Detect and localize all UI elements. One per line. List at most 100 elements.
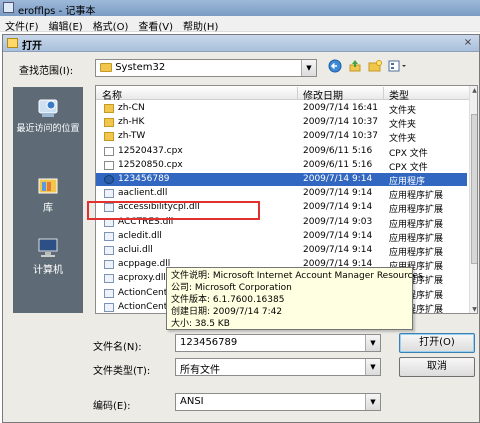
list-header: 名称 修改日期 类型	[96, 86, 469, 102]
table-row[interactable]: zh-TW 2009/7/14 10:37 文件夹	[96, 130, 467, 144]
new-folder-icon[interactable]	[367, 59, 383, 75]
dll-icon	[104, 189, 114, 199]
file-icon	[104, 146, 114, 156]
dialog-title-bar: 打开 ×	[3, 35, 479, 52]
chevron-down-icon[interactable]: ▼	[365, 359, 380, 375]
file-date: 2009/6/11 5:16	[303, 159, 373, 170]
lookin-combo[interactable]: System32 ▼	[95, 59, 317, 77]
file-date: 2009/7/14 9:03	[303, 216, 373, 227]
file-name: acledit.dll	[118, 230, 162, 241]
encoding-label: 编码(E):	[93, 401, 131, 412]
close-button[interactable]: ×	[461, 37, 475, 49]
open-button[interactable]: 打开(O)	[399, 333, 475, 353]
scroll-up-icon[interactable]: ▲	[470, 86, 477, 96]
place-libraries[interactable]: 库	[13, 175, 83, 214]
file-name: acproxy.dll	[118, 273, 166, 284]
file-name: zh-CN	[118, 103, 145, 113]
dll-icon	[104, 231, 114, 241]
tooltip-company: 公司: Microsoft Corporation	[171, 283, 292, 293]
file-icon	[104, 160, 114, 170]
file-type: 应用程序扩展	[389, 248, 444, 258]
table-row[interactable]: 123456789 2009/7/14 9:14 应用程序	[96, 173, 467, 187]
menu-format[interactable]: 格式(O)	[88, 16, 134, 33]
file-date: 2009/7/14 16:41	[303, 103, 378, 113]
chevron-down-icon[interactable]: ▼	[365, 394, 380, 410]
place-recent-label: 最近访问的位置	[16, 124, 80, 134]
table-row[interactable]: zh-CN 2009/7/14 16:41 文件夹	[96, 102, 467, 116]
lookin-value: System32	[115, 62, 166, 73]
column-name[interactable]: 名称	[102, 87, 122, 102]
scroll-down-icon[interactable]: ▼	[470, 305, 477, 313]
filename-label: 文件名(N):	[93, 342, 142, 353]
file-name: aaclient.dll	[118, 188, 168, 199]
file-info-tooltip: 文件说明: Microsoft Internet Account Manager…	[166, 267, 423, 330]
place-recent[interactable]: 最近访问的位置	[13, 97, 83, 134]
table-row[interactable]: acledit.dll 2009/7/14 9:14 应用程序扩展	[96, 230, 467, 244]
file-type: 应用程序扩展	[389, 191, 444, 202]
file-type: 文件夹	[389, 106, 417, 116]
file-date: 2009/7/14 9:14	[303, 245, 373, 255]
column-separator	[383, 87, 384, 99]
filetype-label: 文件类型(T):	[93, 366, 151, 377]
scroll-thumb[interactable]	[471, 114, 477, 264]
libraries-icon	[36, 175, 60, 197]
table-row[interactable]: aaclient.dll 2009/7/14 9:14 应用程序扩展	[96, 187, 467, 202]
dll-icon	[104, 246, 114, 255]
file-date: 2009/7/14 9:14	[303, 230, 373, 241]
notepad-menu-bar: 文件(F) 编辑(E) 格式(O) 查看(V) 帮助(H)	[0, 16, 480, 33]
table-row[interactable]: aclui.dll 2009/7/14 9:14 应用程序扩展	[96, 244, 467, 258]
menu-help[interactable]: 帮助(H)	[178, 16, 223, 33]
notepad-icon	[3, 2, 14, 13]
place-computer-label: 计算机	[33, 265, 63, 276]
app-icon	[104, 175, 114, 184]
table-row[interactable]: 12520437.cpx 2009/6/11 5:16 CPX 文件	[96, 145, 467, 159]
cancel-button[interactable]: 取消	[399, 357, 475, 377]
filetype-select[interactable]: 所有文件 ▼	[175, 358, 381, 376]
file-name: zh-TW	[118, 131, 146, 142]
file-type: 文件夹	[389, 120, 417, 131]
place-computer[interactable]: 计算机	[13, 237, 83, 276]
file-type: 应用程序扩展	[389, 205, 444, 216]
back-icon[interactable]	[327, 59, 343, 75]
tooltip-description: 文件说明: Microsoft Internet Account Manager…	[171, 271, 423, 281]
file-date: 2009/7/14 10:37	[303, 117, 378, 128]
recent-places-icon	[36, 97, 60, 119]
menu-edit[interactable]: 编辑(E)	[44, 16, 88, 33]
menu-file[interactable]: 文件(F)	[0, 16, 44, 33]
place-libraries-label: 库	[43, 203, 53, 214]
folder-icon	[104, 118, 114, 128]
column-date[interactable]: 修改日期	[303, 87, 343, 102]
vertical-scrollbar[interactable]: ▲ ▼	[469, 86, 477, 313]
chevron-down-icon[interactable]: ▼	[301, 60, 316, 76]
computer-icon	[36, 237, 60, 259]
table-row[interactable]: 12520850.cpx 2009/6/11 5:16 CPX 文件	[96, 159, 467, 173]
encoding-select[interactable]: ANSI ▼	[175, 393, 381, 411]
filename-value: 123456789	[180, 337, 238, 348]
notepad-title: erofflps - 记事本	[18, 6, 96, 17]
filetype-value: 所有文件	[180, 365, 220, 376]
column-type[interactable]: 类型	[389, 87, 409, 102]
up-folder-icon[interactable]	[347, 59, 363, 75]
dll-icon	[104, 274, 114, 284]
column-separator	[297, 87, 298, 99]
highlight-box	[87, 201, 260, 220]
folder-open-icon	[7, 38, 18, 48]
file-date: 2009/7/14 10:37	[303, 131, 378, 142]
filename-input[interactable]: 123456789 ▼	[175, 334, 381, 352]
menu-view[interactable]: 查看(V)	[133, 16, 178, 33]
chevron-down-icon[interactable]: ▼	[365, 335, 380, 351]
file-type: CPX 文件	[389, 162, 428, 173]
file-name: 12520437.cpx	[118, 145, 183, 156]
table-row[interactable]: zh-HK 2009/7/14 10:37 文件夹	[96, 116, 467, 131]
file-type: CPX 文件	[389, 148, 428, 159]
file-type: 应用程序扩展	[389, 233, 444, 244]
file-name: 12520850.cpx	[118, 159, 183, 170]
file-name: aclui.dll	[118, 245, 153, 255]
file-date: 2009/7/14 9:14	[303, 174, 373, 184]
view-menu-icon[interactable]	[387, 59, 409, 75]
dialog-title: 打开	[22, 41, 42, 52]
tooltip-created: 创建日期: 2009/7/14 7:42	[171, 307, 283, 317]
folder-icon	[104, 132, 114, 142]
file-type: 应用程序	[389, 177, 426, 187]
lookin-value-wrap: System32	[100, 62, 165, 73]
